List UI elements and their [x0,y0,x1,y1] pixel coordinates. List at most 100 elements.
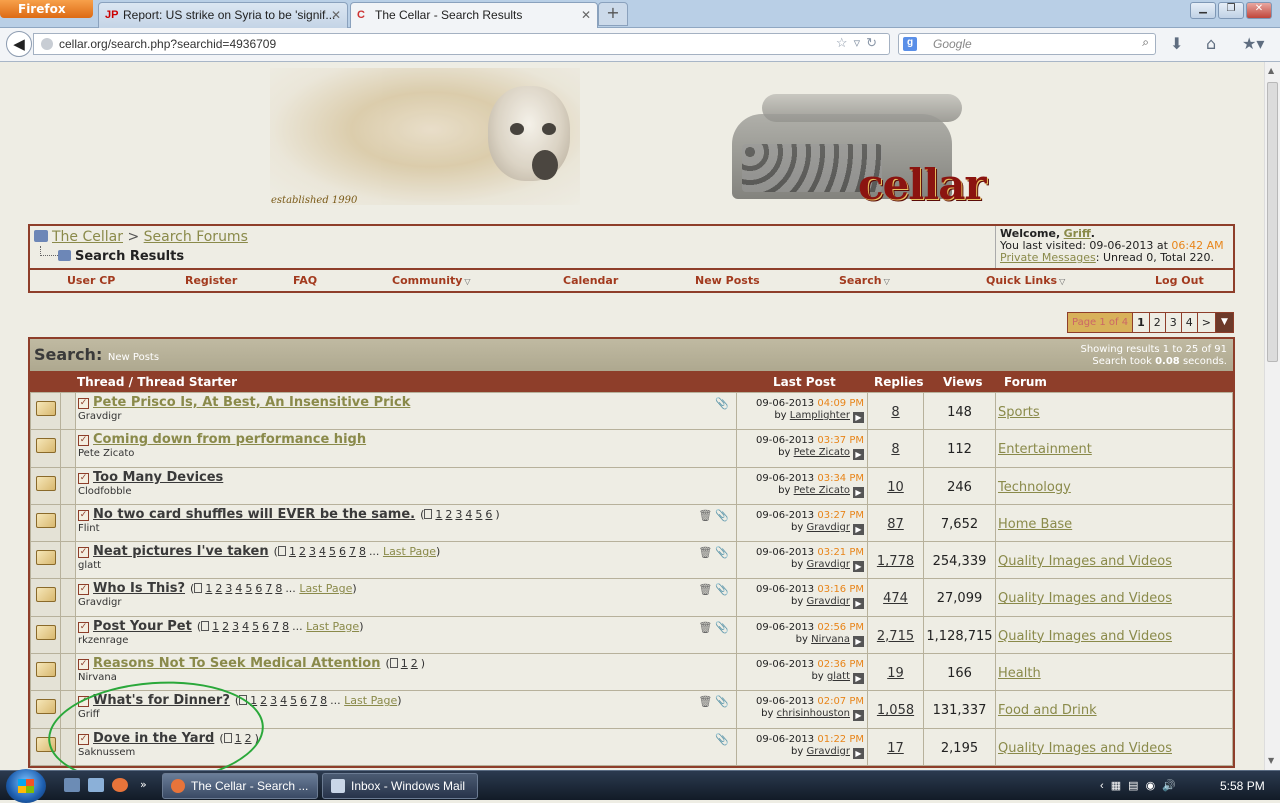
maximize-button[interactable]: ❐ [1218,2,1244,19]
col-forum[interactable]: Forum [1004,375,1047,389]
thread-page-link[interactable]: 7 [265,582,272,595]
back-button[interactable]: ◀ [6,31,32,57]
breadcrumb-link-search-forums[interactable]: Search Forums [144,229,248,245]
thread-page-link[interactable]: 3 [270,694,277,707]
thread-starter[interactable]: Pete Zicato [78,448,734,459]
tab-syria-report[interactable]: JP Report: US strike on Syria to be 'sig… [98,2,348,28]
thread-starter[interactable]: Nirvana [78,672,734,683]
thread-starter[interactable]: Clodfobble [78,486,734,497]
last-poster-link[interactable]: Nirvana [811,634,850,645]
last-poster-link[interactable]: Pete Zicato [794,485,850,496]
go-to-last-post-icon[interactable]: ▶ [853,523,864,535]
goto-first-unread-icon[interactable]: ✓ [78,509,89,521]
goto-first-unread-icon[interactable]: ✓ [78,584,89,596]
last-poster-link[interactable]: Gravdigr [807,746,851,757]
home-icon[interactable]: ⌂ [1206,34,1216,53]
thread-page-link[interactable]: 4 [242,620,249,633]
thread-page-link[interactable]: 8 [275,582,282,595]
replies-count[interactable]: 8 [867,391,924,431]
thread-title-link[interactable]: Coming down from performance high [93,432,366,447]
thread-page-link[interactable]: 3 [232,620,239,633]
forum-link[interactable]: Sports [995,391,1233,431]
firefox-menu-button[interactable]: Firefox [0,0,93,18]
thread-title-link[interactable]: Dove in the Yard [93,731,214,746]
go-to-last-post-icon[interactable]: ▶ [853,486,864,498]
thread-page-link[interactable]: 5 [475,508,482,521]
thread-title-link[interactable]: Too Many Devices [93,470,223,485]
replies-count[interactable]: 474 [867,578,924,617]
thread-starter[interactable]: Saknussem [78,747,734,758]
next-page-link[interactable]: > [1198,313,1216,332]
bookmark-star-icon[interactable]: ☆▿↻ [836,35,883,51]
nav-register[interactable]: Register [185,274,237,287]
thread-title-link[interactable]: Neat pictures I've taken [93,544,269,559]
page-menu-dropdown-icon[interactable]: ▼ [1215,313,1233,332]
thread-title-link[interactable]: No two card shuffles will EVER be the sa… [93,507,415,522]
go-to-last-post-icon[interactable]: ▶ [853,673,864,685]
nav-user-cp[interactable]: User CP [67,274,115,287]
show-desktop-icon[interactable] [64,778,80,792]
page-scrollbar[interactable]: ▲ ▼ [1264,62,1280,770]
thread-page-link[interactable]: 4 [319,545,326,558]
minimize-button[interactable]: ▁ [1190,2,1216,19]
thread-page-link[interactable]: 2 [299,545,306,558]
search-icon[interactable]: ⌕ [1142,35,1149,50]
last-poster-link[interactable]: Gravdigr [807,596,851,607]
download-icon[interactable]: ⬇ [1170,34,1183,53]
system-tray[interactable]: ‹ ▦ ▤ ◉ 🔊 [1100,779,1178,792]
nav-community[interactable]: Community ▽ [392,274,471,287]
go-to-last-post-icon[interactable]: ▶ [853,598,864,610]
cellar-logo[interactable]: cellar [858,160,987,209]
thread-page-link[interactable]: 2 [411,657,418,670]
goto-first-unread-icon[interactable]: ✓ [78,547,89,559]
thread-page-link[interactable]: 1 [250,694,257,707]
thread-page-link[interactable]: 2 [245,732,252,745]
go-to-last-post-icon[interactable]: ▶ [853,635,864,647]
taskbar-button-mail[interactable]: Inbox - Windows Mail [322,773,478,799]
last-poster-link[interactable]: Lamplighter [790,410,850,421]
thread-title-link[interactable]: Who Is This? [93,581,185,596]
thread-page-link[interactable]: 8 [359,545,366,558]
forum-link[interactable]: Health [995,653,1233,692]
goto-first-unread-icon[interactable]: ✓ [78,733,89,745]
last-poster-link[interactable]: Pete Zicato [794,447,850,458]
thread-starter[interactable]: Gravdigr [78,597,734,608]
thread-page-link[interactable]: 3 [225,582,232,595]
last-page-link[interactable]: Last Page [299,582,352,595]
col-thread[interactable]: Thread / Thread Starter [77,375,237,389]
thread-starter[interactable]: Gravdigr [78,411,734,422]
nav-faq[interactable]: FAQ [293,274,317,287]
thread-page-link[interactable]: 7 [349,545,356,558]
breadcrumb-link-cellar[interactable]: The Cellar [52,229,123,245]
start-button[interactable] [6,769,46,803]
col-replies[interactable]: Replies [874,375,923,389]
replies-count[interactable]: 19 [867,653,924,692]
nav-search[interactable]: Search ▽ [839,274,890,287]
close-window-button[interactable]: ✕ [1246,2,1272,19]
last-poster-link[interactable]: Gravdigr [807,559,851,570]
page-2-link[interactable]: 2 [1150,313,1166,332]
thread-page-link[interactable]: 7 [272,620,279,633]
thread-page-link[interactable]: 2 [215,582,222,595]
last-page-link[interactable]: Last Page [306,620,359,633]
thread-page-link[interactable]: 1 [205,582,212,595]
forum-home-icon[interactable] [34,230,48,242]
last-poster-link[interactable]: chrisinhouston [777,708,850,719]
replies-count[interactable]: 87 [867,503,924,543]
forum-link[interactable]: Home Base [995,503,1233,543]
search-bar[interactable]: g Google ⌕ [898,33,1156,55]
thread-page-link[interactable]: 5 [245,582,252,595]
last-page-link[interactable]: Last Page [383,545,436,558]
col-last-post[interactable]: Last Post [773,375,836,389]
thread-page-link[interactable]: 8 [282,620,289,633]
thread-page-link[interactable]: 4 [280,694,287,707]
forum-link[interactable]: Entertainment [995,429,1233,468]
go-to-last-post-icon[interactable]: ▶ [853,561,864,573]
close-tab-icon[interactable]: ✕ [581,8,591,22]
thread-page-link[interactable]: 4 [465,508,472,521]
goto-first-unread-icon[interactable]: ✓ [78,621,89,633]
go-to-last-post-icon[interactable]: ▶ [853,710,864,722]
nav-new-posts[interactable]: New Posts [695,274,760,287]
go-to-last-post-icon[interactable]: ▶ [853,449,864,461]
thread-title-link[interactable]: Post Your Pet [93,619,192,634]
